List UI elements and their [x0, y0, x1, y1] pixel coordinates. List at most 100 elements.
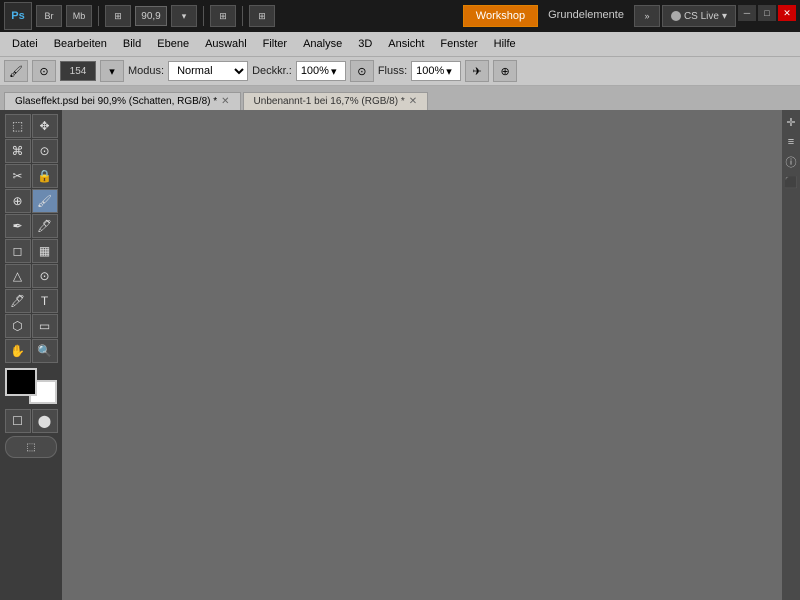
brush-size-input[interactable] [60, 61, 96, 81]
cs-live-label: CS Live [684, 11, 719, 22]
eyedropper-tool[interactable]: 🔒 [32, 164, 58, 188]
hand-tool[interactable]: ✋ [5, 339, 31, 363]
menubar: Datei Bearbeiten Bild Ebene Auswahl Filt… [0, 32, 800, 56]
menu-bearbeiten[interactable]: Bearbeiten [46, 35, 115, 53]
lasso-tool[interactable]: ⌘ [5, 139, 31, 163]
separator1 [98, 6, 99, 26]
quick-mask-mode[interactable]: ⬤ [32, 409, 58, 433]
tool-row-3: ✂ 🔒 [5, 164, 58, 188]
zoom-input[interactable]: 90,9 [135, 6, 167, 26]
history-brush-tool[interactable]: 🖊 [32, 214, 58, 238]
flow-dropdown-icon[interactable]: ▾ [446, 65, 452, 78]
more-workspaces-icon[interactable]: » [634, 5, 660, 27]
tablet-pressure-icon[interactable]: ✈ [465, 60, 489, 82]
doc-tab-1-label: Glaseffekt.psd bei 90,9% (Schatten, RGB/… [15, 96, 217, 107]
healing-tool[interactable]: ⊕ [5, 189, 31, 213]
menu-bild[interactable]: Bild [115, 35, 149, 53]
gradient-tool[interactable]: ▦ [32, 239, 58, 263]
menu-hilfe[interactable]: Hilfe [486, 35, 524, 53]
clone-stamp-tool[interactable]: ✒ [5, 214, 31, 238]
brush-options-icon[interactable]: ▾ [100, 60, 124, 82]
right-panel: ✛ ≡ ⓘ ⬛ [782, 110, 800, 600]
doc-tab-1-close[interactable]: ✕ [221, 96, 229, 107]
opacity-label: Deckkr.: [252, 65, 292, 77]
eraser-tool[interactable]: ◻ [5, 239, 31, 263]
doc-tab-1[interactable]: Glaseffekt.psd bei 90,9% (Schatten, RGB/… [4, 92, 241, 110]
arrangement-icon[interactable]: ⊞ [105, 5, 131, 27]
type-tool[interactable]: T [32, 289, 58, 313]
zoom-dropdown-icon[interactable]: ▾ [171, 5, 197, 27]
tool-row-10: ✋ 🔍 [5, 339, 58, 363]
brush-tool[interactable]: 🖌 [32, 189, 58, 213]
tool-row-mode: ☐ ⬤ [5, 409, 58, 433]
main-area: ⬚ ✥ ⌘ ⊙ ✂ 🔒 ⊕ 🖌 ✒ 🖊 ◻ ▦ △ ⊙ 🖊 T [0, 110, 800, 600]
tool-row-1: ⬚ ✥ [5, 114, 58, 138]
doc-tab-2-close[interactable]: ✕ [409, 96, 417, 107]
navigator-icon[interactable]: ✛ [783, 114, 799, 130]
tool-row-7: △ ⊙ [5, 264, 58, 288]
move-tool[interactable]: ✥ [32, 114, 58, 138]
marquee-tool[interactable]: ⬚ [5, 114, 31, 138]
window-controls: ─ □ ✕ [738, 5, 796, 27]
menu-3d[interactable]: 3D [350, 35, 380, 53]
ps-logo: Ps [4, 2, 32, 30]
blur-tool[interactable]: △ [5, 264, 31, 288]
brush-size-icon[interactable]: ⊙ [32, 60, 56, 82]
path-select-tool[interactable]: ⬡ [5, 314, 31, 338]
menu-datei[interactable]: Datei [4, 35, 46, 53]
grundelemente-label: Grundelemente [540, 5, 632, 27]
tool-row-4: ⊕ 🖌 [5, 189, 58, 213]
opacity-dropdown-icon[interactable]: ▾ [331, 65, 337, 78]
workspace-tabs: Workshop Grundelemente » CS Live ▾ ─ □ ✕ [463, 5, 796, 27]
mode-dropdown[interactable]: Normal [168, 61, 248, 81]
quick-select-tool[interactable]: ⊙ [32, 139, 58, 163]
bridge-icon[interactable]: Br [36, 5, 62, 27]
tool-row-8: 🖊 T [5, 289, 58, 313]
flow-label: Fluss: [378, 65, 407, 77]
tool-row-6: ◻ ▦ [5, 239, 58, 263]
tab-and-canvas: PSD PSD 90,9% [62, 110, 782, 600]
menu-filter[interactable]: Filter [255, 35, 295, 53]
color-selector[interactable] [5, 368, 57, 404]
flow-value: 100% ▾ [411, 61, 461, 81]
mini-bridge-icon[interactable]: Mb [66, 5, 92, 27]
maximize-button[interactable]: □ [758, 5, 776, 21]
mode-label: Modus: [128, 65, 164, 77]
menu-ansicht[interactable]: Ansicht [380, 35, 432, 53]
cs-live-button[interactable]: CS Live ▾ [662, 5, 736, 27]
crop-tool[interactable]: ✂ [5, 164, 31, 188]
tool-row-5: ✒ 🖊 [5, 214, 58, 238]
screen-mode-icon[interactable]: ⊞ [210, 5, 236, 27]
minimize-button[interactable]: ─ [738, 5, 756, 21]
canvas-wrapper: PSD PSD 90,9% [62, 110, 782, 600]
menu-auswahl[interactable]: Auswahl [197, 35, 255, 53]
screen-mode-button[interactable]: ⬚ [5, 436, 57, 458]
opacity-value: 100% ▾ [296, 61, 346, 81]
separator2 [203, 6, 204, 26]
tool-row-2: ⌘ ⊙ [5, 139, 58, 163]
standard-mode[interactable]: ☐ [5, 409, 31, 433]
tabsbar: Glaseffekt.psd bei 90,9% (Schatten, RGB/… [0, 86, 800, 110]
menu-analyse[interactable]: Analyse [295, 35, 350, 53]
info-icon[interactable]: ⓘ [783, 154, 799, 170]
dodge-tool[interactable]: ⊙ [32, 264, 58, 288]
doc-tab-2[interactable]: Unbenannt-1 bei 16,7% (RGB/8) * ✕ [243, 92, 429, 110]
clone-icon[interactable]: ⊕ [493, 60, 517, 82]
airbrush-icon[interactable]: ⊙ [350, 60, 374, 82]
workshop-tab[interactable]: Workshop [463, 5, 538, 27]
brush-tool-icon[interactable]: 🖌 [4, 60, 28, 82]
swatches-icon[interactable]: ⬛ [783, 174, 799, 190]
zoom-tool[interactable]: 🔍 [32, 339, 58, 363]
close-button[interactable]: ✕ [778, 5, 796, 21]
menu-fenster[interactable]: Fenster [432, 35, 485, 53]
shape-tool[interactable]: ▭ [32, 314, 58, 338]
optionsbar: 🖌 ⊙ ▾ Modus: Normal Deckkr.: 100% ▾ ⊙ Fl… [0, 56, 800, 86]
histogram-icon[interactable]: ≡ [783, 134, 799, 150]
titlebar: Ps Br Mb ⊞ 90,9 ▾ ⊞ ⊞ Workshop Grundelem… [0, 0, 800, 32]
foreground-color[interactable] [5, 368, 37, 396]
menu-ebene[interactable]: Ebene [149, 35, 197, 53]
cs-live-dropdown-icon: ▾ [722, 11, 727, 22]
extra-icon[interactable]: ⊞ [249, 5, 275, 27]
pen-tool[interactable]: 🖊 [5, 289, 31, 313]
toolbox: ⬚ ✥ ⌘ ⊙ ✂ 🔒 ⊕ 🖌 ✒ 🖊 ◻ ▦ △ ⊙ 🖊 T [0, 110, 62, 600]
